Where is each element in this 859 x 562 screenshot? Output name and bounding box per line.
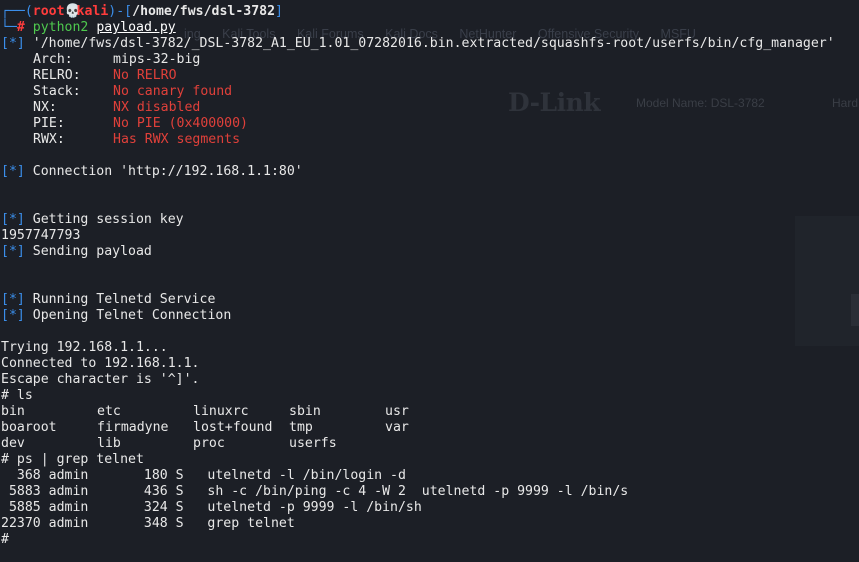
shell-command: # ls [1,388,33,403]
ls-entry: firmadyne [97,420,169,435]
checksec-row: Arch: mips-32-big [1,52,859,68]
telnet-connected: Connected to 192.168.1.1. [1,356,200,371]
log-opening: Opening Telnet Connection [24,308,232,323]
ls-row: dev lib proc userfs [1,436,859,452]
checksec-value: No canary found [113,84,233,99]
checksec-key: NX: [33,100,57,115]
shell-prompt[interactable]: # [1,532,859,548]
ls-entry: linuxrc [193,404,249,419]
telnet-escape: Escape character is '^]'. [1,372,200,387]
binary-path: '/home/fws/dsl-3782/_DSL-3782_A1_EU_1.01… [32,36,835,51]
prompt-user: root [32,4,65,19]
ls-entry: userfs [289,436,337,451]
checksec-row: RELRO: No RELRO [1,68,859,84]
log-line: [*] Sending payload [1,244,859,260]
status-star: [*] [1,308,25,323]
ps-row: 368 admin 180 S utelnetd -l /bin/login -… [1,468,406,483]
log-line: [*] Connection 'http://192.168.1.1:80' [1,164,859,180]
prompt-path: /home/fws/dsl-3782 [132,4,276,19]
command-name: python2 [32,20,89,35]
ls-entry: lost+found [193,420,273,435]
ls-row: bin etc linuxrc sbin usr [1,404,859,420]
checksec-key: RELRO: [33,68,81,83]
checksec-row: PIE: No PIE (0x400000) [1,116,859,132]
ls-entry: tmp [289,420,313,435]
checksec-value: No RELRO [113,68,177,83]
checksec-row: NX: NX disabled [1,100,859,116]
checksec-row: Stack: No canary found [1,84,859,100]
ls-entry: lib [97,436,121,451]
ps-row: 5885 admin 324 S utelnetd -p 9999 -l /bi… [1,500,422,515]
terminal-window[interactable]: { "prompt": { "user": "root", "skull": "… [0,0,859,562]
command-arg: payload.py [96,20,176,35]
prompt-line: ┌──(root💀kali)-[/home/fws/dsl-3782] [1,4,283,19]
checksec-key: Arch: [33,52,73,67]
ls-entry: proc [193,436,225,451]
session-key: 1957747793 [1,228,81,243]
ls-entry: dev [1,436,25,451]
ls-entry: boaroot [1,420,57,435]
checksec-value: NX disabled [113,100,201,115]
ps-row: 5883 admin 436 S sh -c /bin/ping -c 4 -W… [1,484,629,499]
ls-entry: bin [1,404,25,419]
status-star: [*] [1,292,25,307]
command-line: └─# python2 payload.py [1,20,176,35]
ls-entry: usr [385,404,409,419]
shell-command: # ps | grep telnet [1,452,144,467]
log-getting-key: Getting session key [24,212,184,227]
checksec-key: PIE: [33,116,65,131]
status-star: [*] [1,212,25,227]
checksec-row: RWX: Has RWX segments [1,132,859,148]
log-line: [*] Getting session key [1,212,859,228]
skull-icon: 💀 [64,4,81,19]
status-star: [*] [1,164,25,179]
prompt-host: kali [76,4,109,19]
log-line: [*] Opening Telnet Connection [1,308,859,324]
checksec-value: No PIE (0x400000) [113,116,248,131]
prompt-hash: # [16,20,25,35]
checksec-key: Stack: [33,84,81,99]
ls-entry: etc [97,404,121,419]
telnet-trying: Trying 192.168.1.1... [1,340,168,355]
checksec-value: Has RWX segments [113,132,241,147]
log-running: Running Telnetd Service [24,292,216,307]
ls-entry: sbin [289,404,321,419]
log-connection: Connection 'http://192.168.1.1:80' [24,164,303,179]
status-star: [*] [1,36,25,51]
ls-row: boaroot firmadyne lost+found tmp var [1,420,859,436]
checksec-header: [*] '/home/fws/dsl-3782/_DSL-3782_A1_EU_… [1,36,859,52]
log-line: [*] Running Telnetd Service [1,292,859,308]
ls-entry: var [385,420,409,435]
status-star: [*] [1,244,25,259]
checksec-value: mips-32-big [113,52,201,67]
log-sending: Sending payload [24,244,152,259]
checksec-key: RWX: [33,132,65,147]
ps-row: 22370 admin 348 S grep telnet [1,516,295,531]
terminal-output: ┌──(root💀kali)-[/home/fws/dsl-3782] └─# … [1,4,859,548]
